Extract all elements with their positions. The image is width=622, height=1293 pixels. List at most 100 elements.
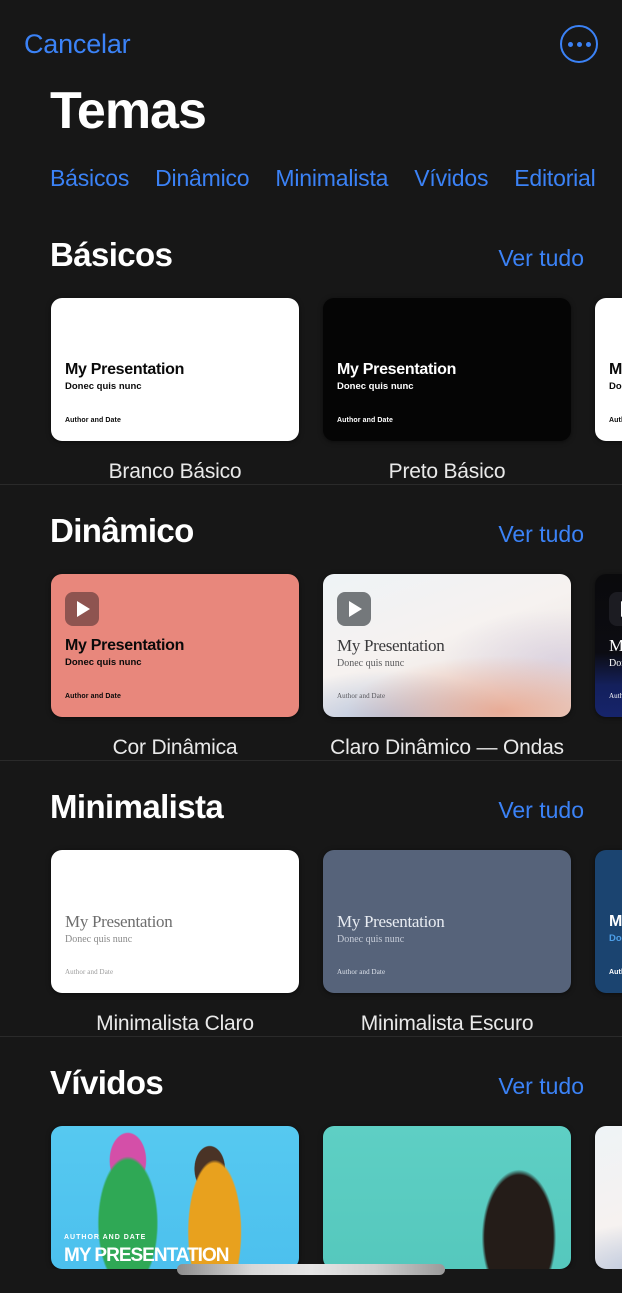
dot xyxy=(576,41,582,47)
slide-subtitle: Donec quis nunc xyxy=(65,933,133,945)
slide-author: Author and Date xyxy=(337,691,386,700)
theme-carousel[interactable]: My Presentation Donec quis nunc Author and… xyxy=(0,826,622,1036)
slide-author: AUTHOR AND DATE xyxy=(64,1233,147,1241)
slide-title: My Presentation xyxy=(65,360,185,378)
theme-thumbnail[interactable] xyxy=(595,1125,622,1269)
play-icon xyxy=(609,591,622,626)
cancel-button[interactable]: Cancelar xyxy=(24,29,131,60)
theme-card[interactable]: My Presentation Donec quis nunc Author and… xyxy=(323,297,571,484)
theme-thumbnail[interactable]: My Presentation Donec quis nunc Author and… xyxy=(51,573,299,717)
slide-preview: My Presentation Donec quis nunc Author and… xyxy=(51,850,299,993)
theme-thumbnail[interactable]: My Presentation Donec quis nunc Author and… xyxy=(595,297,622,441)
section-header: Básicos Ver tudo xyxy=(0,222,622,274)
slide-preview: My Presentation Donec quis nunc Author and… xyxy=(595,850,622,993)
slide-author: Author and Date xyxy=(65,967,114,976)
theme-card[interactable]: My Presentation Donec quis nunc Author and… xyxy=(51,573,299,760)
slide-subtitle: Donec quis nunc xyxy=(65,380,142,392)
theme-thumbnail[interactable] xyxy=(323,1125,571,1269)
slide-preview xyxy=(595,1126,622,1269)
slide-title: My Presentation xyxy=(65,636,185,654)
play-triangle xyxy=(349,600,362,617)
slide-author: Author and Date xyxy=(337,416,393,424)
slide-title: My Presentation xyxy=(609,912,622,930)
theme-card[interactable]: AUTHOR AND DATE MY PRESENTATION xyxy=(51,1125,299,1269)
theme-card[interactable]: My Presentation Donec quis nunc Author and… xyxy=(323,573,571,760)
home-indicator[interactable] xyxy=(177,1264,445,1275)
tab-3[interactable]: Vívidos xyxy=(414,165,488,192)
theme-card[interactable]: My Presentation Donec quis nunc Author and… xyxy=(51,297,299,484)
tab-4[interactable]: Editorial xyxy=(514,165,595,192)
slide-preview: My Presentation Donec quis nunc Author and… xyxy=(51,574,299,717)
page-title: Temas xyxy=(50,82,207,140)
theme-sections: Básicos Ver tudo My Presentation Donec quis… xyxy=(0,208,622,1269)
tab-1[interactable]: Dinâmico xyxy=(155,165,249,192)
dot xyxy=(585,41,591,47)
play-triangle xyxy=(77,600,90,617)
slide-author: Author and Date xyxy=(65,692,121,700)
slide-preview: AUTHOR AND DATE MY PRESENTATION xyxy=(51,1126,299,1269)
theme-card[interactable]: My Presentation Donec quis nunc Author and… xyxy=(595,573,622,760)
theme-section: Vívidos Ver tudo AUTHOR AND DATE MY PRESENT… xyxy=(0,1035,622,1269)
theme-card[interactable] xyxy=(323,1125,571,1269)
theme-card-label: Branco Básico xyxy=(108,459,242,483)
slide-author: Author and Date xyxy=(609,416,622,424)
theme-section: Dinâmico Ver tudo My Presentation Donec qui… xyxy=(0,483,622,760)
category-tab-bar[interactable]: Básicos Dinâmico Minimalista Vívidos Editori… xyxy=(0,139,622,208)
theme-carousel[interactable]: AUTHOR AND DATE MY PRESENTATION xyxy=(0,1102,622,1269)
section-header: Vívidos Ver tudo xyxy=(0,1050,622,1102)
see-all-button[interactable]: Ver tudo xyxy=(498,797,584,824)
theme-carousel[interactable]: My Presentation Donec quis nunc Author and… xyxy=(0,550,622,760)
slide-subtitle: Donec quis nunc xyxy=(65,656,142,668)
theme-card[interactable]: My Presentation Donec quis nunc Author and… xyxy=(323,849,571,1036)
slide-title: My Presentation xyxy=(337,635,445,655)
theme-thumbnail[interactable]: My Presentation Donec quis nunc Author and… xyxy=(51,297,299,441)
theme-thumbnail[interactable]: My Presentation Donec quis nunc Author and… xyxy=(595,849,622,993)
slide-subtitle: Donec quis nunc xyxy=(609,932,622,944)
tab-0[interactable]: Básicos xyxy=(50,165,129,192)
slide-author: Author and Date xyxy=(609,691,622,700)
slide-preview: My Presentation Donec quis nunc Author and… xyxy=(323,850,571,993)
theme-card-label: Minimalista Escuro xyxy=(360,1011,534,1035)
theme-card[interactable]: My Presentation Donec quis nunc Author and… xyxy=(595,849,622,1036)
slide-title: My Presentation xyxy=(337,911,445,931)
theme-thumbnail[interactable]: My Presentation Donec quis nunc Author and… xyxy=(323,297,571,441)
slide-preview: My Presentation Donec quis nunc Author and… xyxy=(323,298,571,441)
slide-title: My Presentation xyxy=(337,360,457,378)
tab-2[interactable]: Minimalista xyxy=(275,165,388,192)
theme-card[interactable]: My Presentation Donec quis nunc Author and… xyxy=(51,849,299,1036)
theme-card[interactable] xyxy=(595,1125,622,1269)
slide-preview: My Presentation Donec quis nunc Author and… xyxy=(595,298,622,441)
slide-subtitle: Donec quis nunc xyxy=(609,657,622,669)
theme-thumbnail[interactable]: My Presentation Donec quis nunc Author and… xyxy=(323,849,571,993)
slide-preview: My Presentation Donec quis nunc Author and… xyxy=(51,298,299,441)
slide-author: Author and Date xyxy=(609,968,622,976)
slide-subtitle: Donec quis nunc xyxy=(337,657,405,669)
theme-thumbnail[interactable]: My Presentation Donec quis nunc Author and… xyxy=(51,849,299,993)
slide-subtitle: Donec quis nunc xyxy=(337,933,405,945)
section-title: Básicos xyxy=(50,235,173,273)
theme-thumbnail[interactable]: My Presentation Donec quis nunc Author and… xyxy=(595,573,622,717)
theme-thumbnail[interactable]: AUTHOR AND DATE MY PRESENTATION xyxy=(51,1125,299,1269)
theme-card-label: Cor Dinâmica xyxy=(112,735,238,759)
slide-preview: My Presentation Donec quis nunc Author and… xyxy=(323,574,571,717)
theme-section: Minimalista Ver tudo My Presentation Donec … xyxy=(0,759,622,1036)
theme-card[interactable]: My Presentation Donec quis nunc Author and… xyxy=(595,297,622,484)
theme-card-label: Minimalista Claro xyxy=(96,1011,254,1035)
slide-title: My Presentation xyxy=(609,360,622,378)
see-all-button[interactable]: Ver tudo xyxy=(498,521,584,548)
ellipsis-circle-icon[interactable] xyxy=(560,25,598,63)
section-header: Dinâmico Ver tudo xyxy=(0,498,622,550)
play-icon xyxy=(337,591,371,626)
see-all-button[interactable]: Ver tudo xyxy=(498,245,584,272)
section-header: Minimalista Ver tudo xyxy=(0,774,622,826)
theme-card-label: Claro Dinâmico — Ondas xyxy=(330,735,564,759)
themes-picker-screen: Cancelar Temas Básicos Dinâmico Minimalist… xyxy=(0,0,622,1293)
section-title: Dinâmico xyxy=(50,511,194,549)
theme-carousel[interactable]: My Presentation Donec quis nunc Author and… xyxy=(0,274,622,484)
slide-preview xyxy=(323,1126,571,1269)
slide-subtitle: Donec quis nunc xyxy=(609,380,622,392)
theme-thumbnail[interactable]: My Presentation Donec quis nunc Author and… xyxy=(323,573,571,717)
see-all-button[interactable]: Ver tudo xyxy=(498,1073,584,1100)
slide-title: My Presentation xyxy=(609,635,622,655)
slide-subtitle: Donec quis nunc xyxy=(337,380,414,392)
